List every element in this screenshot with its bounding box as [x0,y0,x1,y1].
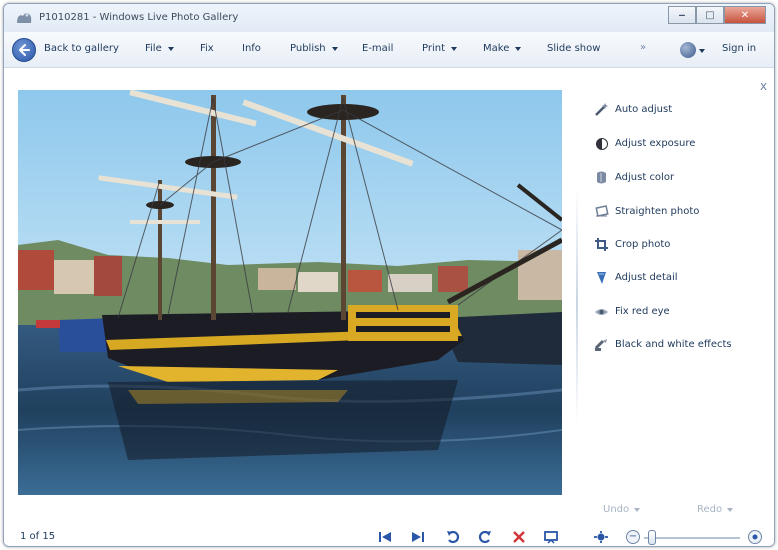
redo-button[interactable]: Redo [697,504,734,515]
undo-button[interactable]: Undo [603,504,641,515]
black-and-white-effects-button[interactable]: Black and white effects [594,336,732,352]
make-menu[interactable]: Make [483,43,522,54]
straighten-photo-button[interactable]: Straighten photo [594,203,699,219]
window-title: P1010281 - Windows Live Photo Gallery [39,12,239,23]
next-photo-icon[interactable] [409,529,427,545]
fix-button[interactable]: Fix [200,43,214,54]
slide-show-icon[interactable] [542,529,560,545]
email-button[interactable]: E-mail [362,43,393,54]
pane-divider [576,186,578,424]
maximize-button[interactable]: □ [696,6,724,24]
chevron-down-icon [634,507,641,512]
zoom-out-icon[interactable]: − [626,530,640,544]
crop-icon [595,237,608,251]
info-button[interactable]: Info [242,43,261,54]
rotate-right-icon[interactable] [476,529,494,545]
black-white-icon [594,338,607,351]
crop-photo-button[interactable]: Crop photo [594,236,670,252]
photo-counter: 1 of 15 [20,531,56,542]
detail-icon [597,271,606,284]
back-to-gallery-link[interactable]: Back to gallery [44,43,119,54]
print-menu[interactable]: Print [422,43,458,54]
title-bar[interactable]: P1010281 - Windows Live Photo Gallery ‒ … [4,4,774,32]
adjust-exposure-button[interactable]: Adjust exposure [594,135,695,151]
back-arrow-icon[interactable] [12,38,36,62]
exposure-icon [596,137,608,150]
tall-ship-photo [18,90,562,495]
command-bar: Back to gallery File Fix Info Publish E-… [4,32,774,68]
status-bar: 1 of 15 − [4,524,774,546]
chevron-down-icon [331,46,338,51]
straighten-icon [595,204,609,217]
photo-gallery-window: P1010281 - Windows Live Photo Gallery ‒ … [3,3,775,547]
fix-red-eye-button[interactable]: Fix red eye [594,303,670,319]
minimize-button[interactable]: ‒ [668,6,696,24]
publish-menu[interactable]: Publish [290,43,338,54]
zoom-slider-thumb[interactable] [648,530,657,545]
chevron-down-icon [451,46,458,51]
photo-viewer[interactable] [18,90,562,495]
slide-show-button[interactable]: Slide show [547,43,600,54]
red-eye-icon [595,308,608,315]
chevron-down-icon [727,507,734,512]
first-photo-icon[interactable] [376,529,394,545]
auto-adjust-button[interactable]: Auto adjust [594,101,672,117]
sign-in-link[interactable]: Sign in [722,43,756,54]
window-controls: ‒ □ ✕ [668,6,766,24]
color-icon [597,171,606,183]
magic-wand-icon [595,102,608,116]
file-menu[interactable]: File [145,43,174,54]
close-fix-pane-button[interactable]: x [760,79,767,93]
adjust-color-button[interactable]: Adjust color [594,169,674,185]
zoom-in-icon[interactable] [748,530,762,544]
photo-gallery-app-icon [17,13,32,23]
overflow-chevron-icon[interactable]: » [640,42,646,53]
actual-size-icon[interactable] [592,529,610,545]
user-avatar-icon[interactable] [680,42,696,58]
delete-icon[interactable] [510,529,528,545]
rotate-left-icon[interactable] [444,529,462,545]
zoom-slider-track[interactable] [644,537,740,539]
adjust-detail-button[interactable]: Adjust detail [594,269,678,285]
close-button[interactable]: ✕ [724,6,766,24]
chevron-down-icon [167,46,174,51]
chevron-down-icon[interactable] [699,49,705,53]
chevron-down-icon [515,46,522,51]
